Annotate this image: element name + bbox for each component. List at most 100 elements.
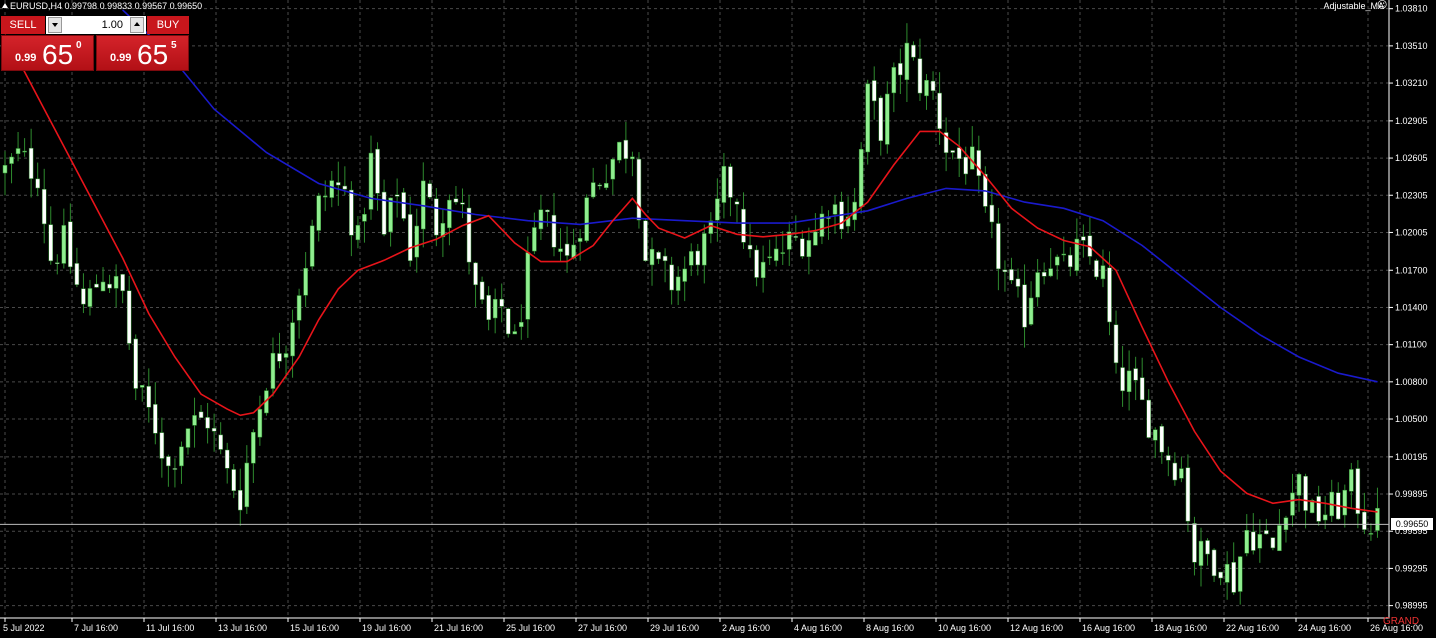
candle-body <box>885 93 890 145</box>
candle-body <box>1054 256 1060 266</box>
candle-body <box>1015 278 1021 287</box>
candle-body <box>1041 272 1047 277</box>
candle-body <box>1100 265 1106 280</box>
indicator-name[interactable]: Adjustable_MA <box>1323 1 1384 11</box>
lot-increase-button[interactable] <box>130 17 144 33</box>
candle-body <box>597 184 602 187</box>
candle-body <box>767 256 772 259</box>
time-tick-label: 27 Jul 16:00 <box>578 623 627 633</box>
price-tick-label: 1.00195 <box>1395 452 1428 462</box>
price-chart[interactable]: 1.03810 1.03510 1.03210 1.02905 1.02605 1.023… <box>0 0 1436 638</box>
candle-body <box>1283 517 1289 530</box>
candle-body <box>675 276 681 291</box>
lot-size-control <box>46 16 146 34</box>
candle-body <box>630 156 635 160</box>
candle-body <box>989 204 995 223</box>
buy-price-prefix: 0.99 <box>110 52 132 64</box>
candle-body <box>1237 556 1243 592</box>
lot-size-input[interactable] <box>63 17 125 33</box>
candle-body <box>434 198 439 236</box>
candle-body <box>329 180 335 198</box>
candle-body <box>1362 511 1367 530</box>
candle-body <box>1126 370 1132 392</box>
buy-price-fraction: 5 <box>171 40 177 51</box>
slow-moving-average-line <box>122 9 1378 383</box>
candle-body <box>911 44 916 58</box>
candle-body <box>205 417 210 429</box>
candle-body <box>590 182 596 198</box>
candle-body <box>734 201 740 205</box>
price-tick-label: 1.03510 <box>1395 41 1428 51</box>
candle-body <box>930 80 936 91</box>
candle-body <box>512 331 518 335</box>
buy-button[interactable]: BUY <box>147 16 189 34</box>
candle-body <box>558 248 563 252</box>
candle-body <box>721 166 727 203</box>
sell-button[interactable]: SELL <box>1 16 45 34</box>
candle-body <box>349 189 354 236</box>
candle-body <box>87 288 93 307</box>
candle-body <box>179 446 184 467</box>
candle-body <box>499 298 504 307</box>
time-tick-label: 10 Aug 16:00 <box>938 623 991 633</box>
time-tick-label: 16 Aug 16:00 <box>1082 623 1135 633</box>
candle-body <box>316 195 321 231</box>
candle-body <box>113 276 119 289</box>
candle-body <box>1120 367 1125 392</box>
candle-body <box>407 214 413 261</box>
candle-body <box>505 308 511 335</box>
current-price-label: 0.99650 <box>1391 518 1433 531</box>
candle-body <box>126 290 132 344</box>
candle-body <box>996 223 1001 270</box>
time-tick-label: 29 Jul 16:00 <box>650 623 699 633</box>
candle-body <box>68 221 73 268</box>
candle-body <box>741 208 746 243</box>
candle-body <box>48 224 53 262</box>
price-tick-label: 1.01700 <box>1395 265 1428 275</box>
candle-body <box>342 185 348 190</box>
candle-body <box>623 139 629 159</box>
time-tick-label: 22 Aug 16:00 <box>1226 623 1279 633</box>
candle-body <box>479 281 485 300</box>
candle-body <box>1251 531 1256 551</box>
candle-body <box>427 183 433 198</box>
candle-body <box>257 409 263 438</box>
candle-body <box>754 249 759 278</box>
candle-body <box>159 432 165 459</box>
candle-body <box>1277 525 1282 552</box>
lot-decrease-button[interactable] <box>48 17 62 33</box>
buy-price-pips: 65 <box>137 39 169 70</box>
price-tick-label: 0.99295 <box>1395 563 1428 573</box>
candle-body <box>61 225 67 264</box>
sell-price-button[interactable]: 0.99 65 0 <box>1 35 94 71</box>
candle-body <box>166 456 171 467</box>
sell-price-pips: 65 <box>42 39 74 70</box>
candle-body <box>368 152 374 210</box>
candle-body <box>793 236 799 238</box>
candle-body <box>649 248 655 266</box>
candle-body <box>525 252 531 320</box>
candle-body <box>1185 467 1191 522</box>
candle-body <box>1303 476 1308 511</box>
candle-body <box>466 207 472 263</box>
candle-body <box>94 283 99 288</box>
time-tick-label: 8 Aug 16:00 <box>866 623 914 633</box>
candle-body <box>950 150 955 153</box>
candle-body <box>545 209 550 213</box>
candle-body <box>1349 469 1354 492</box>
chart-header: EURUSD,H4 0.99798 0.99833 0.99567 0.9965… <box>2 1 202 11</box>
candle-body <box>904 42 910 80</box>
price-tick-label: 1.03810 <box>1395 4 1428 14</box>
candle-body <box>1028 297 1034 325</box>
candle-body <box>2 165 8 174</box>
candle-body <box>604 183 609 188</box>
candle-body <box>813 231 818 246</box>
candle-body <box>1355 468 1361 514</box>
candle-body <box>682 268 687 282</box>
buy-price-button[interactable]: 0.99 65 5 <box>96 35 189 71</box>
candle-body <box>322 195 328 198</box>
candle-body <box>381 191 387 235</box>
time-tick-label: 15 Jul 16:00 <box>290 623 339 633</box>
candle-body <box>473 262 478 286</box>
time-tick-label: 18 Aug 16:00 <box>1154 623 1207 633</box>
